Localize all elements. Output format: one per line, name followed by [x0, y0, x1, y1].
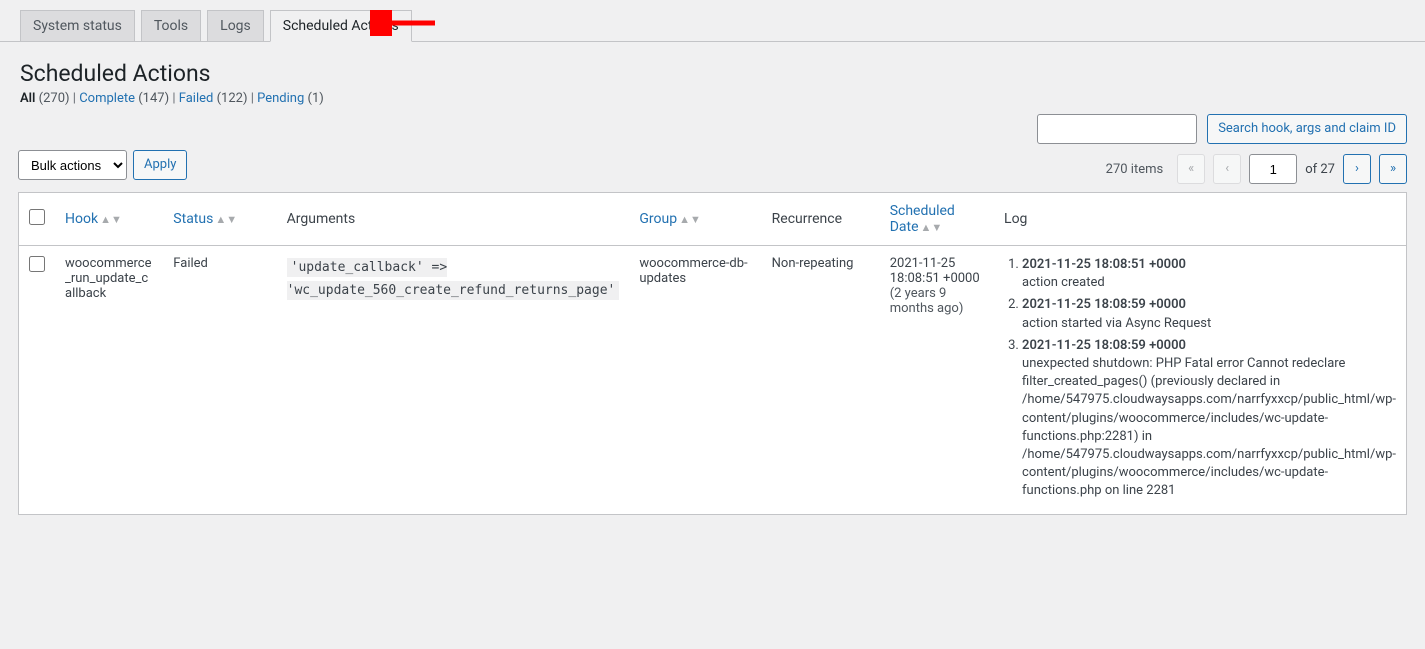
status-filters: All (270) | Complete (147) | Failed (122… — [0, 91, 1425, 114]
col-arguments: Arguments — [287, 211, 356, 227]
page-prev-button: ‹ — [1213, 154, 1241, 184]
page-first-button: « — [1177, 154, 1205, 184]
page-number-input[interactable] — [1249, 154, 1297, 184]
sort-icon: ▲▼ — [215, 213, 237, 226]
search-button[interactable]: Search hook, args and claim ID — [1207, 114, 1407, 144]
sort-icon: ▲▼ — [921, 221, 943, 234]
col-status[interactable]: Status — [173, 211, 213, 227]
cell-status: Failed — [163, 246, 276, 515]
tab-system-status[interactable]: System status — [20, 10, 135, 41]
filter-complete-count: (147) — [138, 91, 169, 106]
table-row: woocommerce_run_update_callback Failed '… — [19, 246, 1407, 515]
filter-all-count: (270) — [39, 91, 70, 106]
filter-failed-count: (122) — [217, 91, 248, 106]
filter-failed[interactable]: Failed — [179, 91, 214, 106]
tab-logs[interactable]: Logs — [207, 10, 264, 41]
cell-group: woocommerce-db-updates — [629, 246, 761, 515]
row-checkbox[interactable] — [29, 256, 45, 272]
sort-icon: ▲▼ — [100, 213, 122, 226]
page-total-label: of 27 — [1305, 162, 1335, 177]
select-all-checkbox[interactable] — [29, 209, 45, 225]
cell-scheduled: 2021-11-25 18:08:51 +0000 (2 years 9 mon… — [880, 246, 994, 515]
tablenav: Bulk actions Apply Search hook, args and… — [0, 114, 1425, 192]
bulk-actions-select[interactable]: Bulk actions — [18, 150, 127, 180]
items-count: 270 items — [1106, 162, 1164, 177]
sort-icon: ▲▼ — [679, 213, 701, 226]
cell-arguments: 'update_callback' => 'wc_update_560_crea… — [277, 246, 630, 515]
tabs-bar: System status Tools Logs Scheduled Actio… — [0, 0, 1425, 42]
filter-pending[interactable]: Pending — [257, 91, 304, 106]
arrow-annotation — [370, 10, 440, 40]
filter-complete[interactable]: Complete — [79, 91, 135, 106]
filter-pending-count: (1) — [308, 91, 324, 106]
log-entry: 2021-11-25 18:08:51 +0000action created — [1022, 256, 1396, 292]
log-entry: 2021-11-25 18:08:59 +0000action started … — [1022, 296, 1396, 332]
actions-table: Hook▲▼ Status▲▼ Arguments Group▲▼ Recurr… — [18, 192, 1407, 515]
apply-button[interactable]: Apply — [133, 150, 187, 180]
col-hook[interactable]: Hook — [65, 211, 98, 227]
search-input[interactable] — [1037, 114, 1197, 144]
col-log: Log — [1004, 211, 1027, 227]
col-recurrence: Recurrence — [772, 211, 842, 227]
page-last-button[interactable]: » — [1379, 154, 1407, 184]
cell-hook: woocommerce_run_update_callback — [55, 246, 163, 515]
cell-recurrence: Non-repeating — [762, 246, 880, 515]
filter-all[interactable]: All — [20, 91, 35, 106]
log-entry: 2021-11-25 18:08:59 +0000unexpected shut… — [1022, 337, 1396, 501]
page-next-button[interactable]: › — [1343, 154, 1371, 184]
tab-tools[interactable]: Tools — [141, 10, 201, 41]
col-group[interactable]: Group — [639, 211, 677, 227]
page-title: Scheduled Actions — [0, 42, 1425, 91]
cell-log: 2021-11-25 18:08:51 +0000action created … — [994, 246, 1406, 515]
